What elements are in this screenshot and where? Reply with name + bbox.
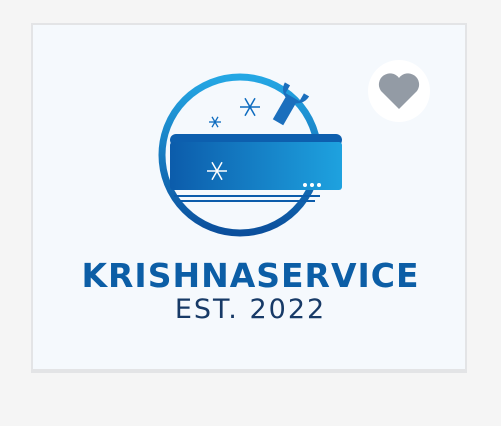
established-text: EST. 2022 (174, 294, 327, 325)
heart-icon (378, 73, 420, 109)
ac-unit-wrench-icon (158, 73, 342, 237)
snowflake-icon (209, 116, 221, 128)
ac-unit-body (170, 142, 342, 190)
brand-name: KRISHNASERVICE (81, 256, 420, 295)
favorite-button[interactable] (368, 60, 430, 122)
snowflake-icon (240, 97, 260, 117)
